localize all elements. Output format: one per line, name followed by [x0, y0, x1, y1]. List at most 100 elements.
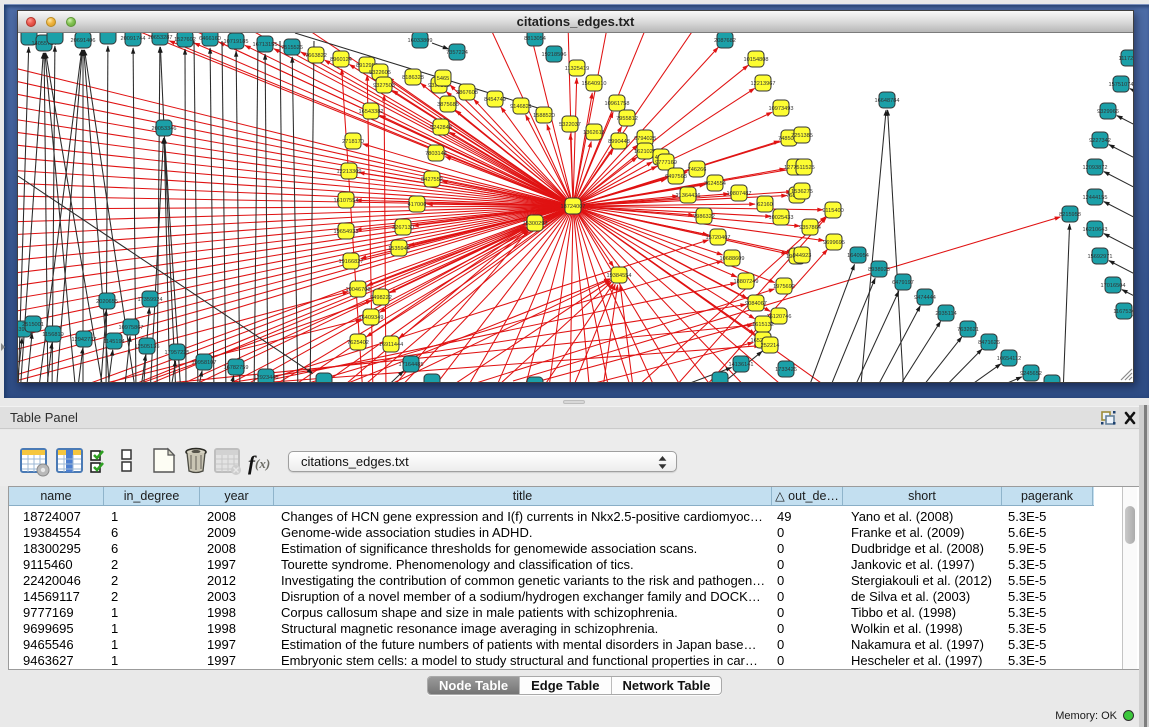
- svg-text:20053346: 20053346: [152, 126, 177, 132]
- svg-text:2867608: 2867608: [456, 90, 478, 96]
- svg-text:16648784: 16648784: [875, 98, 900, 104]
- svg-text:1145194: 1145194: [103, 339, 124, 345]
- svg-text:1527602: 1527602: [174, 37, 196, 43]
- svg-text:8938923: 8938923: [868, 267, 890, 273]
- svg-text:8960124: 8960124: [330, 57, 352, 63]
- svg-text:6466160: 6466160: [199, 36, 221, 42]
- svg-text:9329966: 9329966: [1097, 109, 1119, 115]
- svg-text:6497568: 6497568: [665, 174, 687, 180]
- svg-text:7625402: 7625402: [347, 340, 369, 346]
- svg-text:9115400: 9115400: [822, 208, 843, 214]
- svg-text:7632621: 7632621: [957, 327, 979, 333]
- svg-text:1156819: 1156819: [42, 332, 63, 338]
- svg-text:17016504: 17016504: [1101, 283, 1126, 289]
- svg-text:16911444: 16911444: [379, 342, 403, 348]
- svg-text:12213309: 12213309: [337, 169, 362, 175]
- svg-text:10719185: 10719185: [224, 39, 249, 45]
- svg-text:252214: 252214: [761, 343, 780, 349]
- svg-text:944923: 944923: [793, 253, 812, 259]
- svg-text:1615132: 1615132: [752, 322, 774, 328]
- svg-text:19166827: 19166827: [339, 259, 364, 265]
- svg-text:10688609: 10688609: [720, 256, 745, 262]
- svg-text:10654112: 10654112: [997, 356, 1021, 362]
- svg-text:11325419: 11325419: [565, 66, 589, 72]
- svg-text:5322037: 5322037: [559, 122, 581, 128]
- svg-text:1117234: 1117234: [1119, 56, 1133, 62]
- svg-text:9357864: 9357864: [799, 225, 821, 231]
- svg-text:14136141: 14136141: [729, 362, 754, 368]
- svg-text:7986322: 7986322: [693, 214, 715, 220]
- svg-text:8471626: 8471626: [978, 340, 1000, 346]
- svg-text:10958107: 10958107: [192, 360, 217, 366]
- svg-text:8186328: 8186328: [402, 75, 424, 81]
- svg-text:15751074: 15751074: [1109, 82, 1133, 88]
- svg-text:19384554: 19384554: [607, 273, 632, 279]
- svg-text:16713155: 16713155: [253, 42, 278, 48]
- svg-text:1588520: 1588520: [533, 113, 555, 119]
- svg-text:16033809: 16033809: [408, 38, 433, 44]
- svg-text:3624554: 3624554: [704, 181, 726, 187]
- svg-text:15640910: 15640910: [582, 81, 607, 87]
- svg-text:12505135: 12505135: [135, 344, 160, 350]
- svg-text:17957225: 17957225: [165, 350, 190, 356]
- svg-text:7803144: 7803144: [425, 151, 447, 157]
- svg-text:746266: 746266: [688, 167, 707, 173]
- svg-text:25300293: 25300293: [523, 221, 548, 227]
- svg-text:10653287: 10653287: [148, 35, 173, 41]
- svg-text:17164485: 17164485: [399, 362, 424, 368]
- svg-text:10807487: 10807487: [727, 191, 752, 197]
- svg-text:15692971: 15692971: [1088, 254, 1113, 260]
- svg-text:10025433: 10025433: [769, 215, 794, 221]
- svg-text:17359924: 17359924: [138, 297, 163, 303]
- svg-text:10046708: 10046708: [346, 287, 371, 293]
- svg-text:2020655: 2020655: [96, 299, 118, 305]
- svg-text:12444155: 12444155: [1083, 195, 1108, 201]
- svg-text:18807249: 18807249: [734, 279, 759, 285]
- svg-text:8813054: 8813054: [524, 36, 546, 42]
- svg-text:16210643: 16210643: [1083, 227, 1108, 233]
- svg-text:8990448: 8990448: [608, 139, 630, 145]
- svg-text:6479197: 6479197: [892, 280, 914, 286]
- svg-text:9498222: 9498222: [370, 295, 392, 301]
- svg-text:1167534: 1167534: [1113, 309, 1133, 315]
- svg-text:7251385: 7251385: [791, 133, 813, 139]
- svg-text:12213967: 12213967: [751, 81, 776, 87]
- svg-text:7511525: 7511525: [793, 165, 814, 171]
- svg-text:10973493: 10973493: [769, 106, 794, 112]
- svg-text:7357224: 7357224: [446, 50, 468, 56]
- svg-text:1535944: 1535944: [388, 246, 410, 252]
- svg-text:3267130: 3267130: [392, 225, 414, 231]
- svg-text:20691406: 20691406: [71, 38, 96, 44]
- svg-text:9146821: 9146821: [510, 104, 532, 110]
- svg-text:12942737: 12942737: [72, 337, 97, 343]
- svg-text:(x): (x): [255, 456, 270, 471]
- svg-text:16543382: 16543382: [359, 109, 384, 115]
- svg-text:9227342: 9227342: [1089, 138, 1111, 144]
- svg-text:19218506: 19218506: [542, 52, 567, 58]
- svg-text:1733426: 1733426: [775, 367, 797, 373]
- svg-text:2087682: 2087682: [714, 38, 736, 44]
- svg-text:1975692: 1975692: [773, 284, 795, 290]
- svg-text:5465: 5465: [437, 76, 449, 82]
- svg-text:2718170: 2718170: [342, 139, 364, 145]
- svg-text:8215958: 8215958: [1059, 212, 1081, 218]
- svg-text:9245652: 9245652: [1020, 371, 1042, 377]
- svg-text:10154808: 10154808: [744, 57, 769, 63]
- svg-text:5322605: 5322605: [369, 70, 391, 76]
- svg-text:10961758: 10961758: [605, 101, 630, 107]
- svg-text:1362615: 1362615: [583, 130, 605, 136]
- svg-text:7515526: 7515526: [281, 45, 303, 51]
- svg-text:7663822: 7663822: [305, 53, 327, 59]
- svg-text:9327503: 9327503: [373, 83, 395, 89]
- svg-text:16782759: 16782759: [224, 365, 249, 371]
- svg-text:12093872: 12093872: [1083, 165, 1108, 171]
- svg-text:2935114: 2935114: [935, 311, 956, 317]
- svg-text:8427552: 8427552: [421, 177, 443, 183]
- svg-text:8454749: 8454749: [484, 97, 506, 103]
- svg-text:18724007: 18724007: [561, 204, 586, 210]
- svg-text:12923446: 12923446: [254, 375, 279, 381]
- svg-text:7955812: 7955812: [616, 116, 638, 122]
- svg-text:1536275: 1536275: [791, 189, 813, 195]
- svg-text:9699695: 9699695: [823, 240, 845, 246]
- svg-text:9084067: 9084067: [745, 301, 767, 307]
